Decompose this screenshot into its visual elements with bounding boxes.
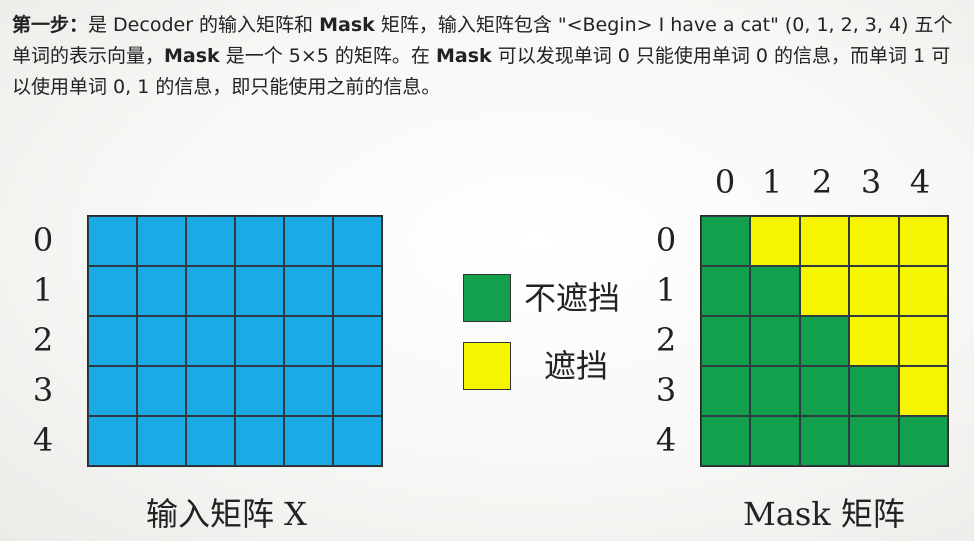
mask-cell-unmasked: [898, 416, 948, 466]
input-cell: [186, 266, 235, 316]
input-cell: [137, 366, 186, 416]
mask-cell-unmasked: [701, 266, 751, 316]
mask-col-label-2: 2: [811, 163, 833, 201]
input-cell: [284, 316, 333, 366]
mask-row-label-3: 3: [655, 371, 677, 409]
mask-cell-unmasked: [701, 416, 751, 466]
mask-cell-unmasked: [701, 366, 751, 416]
input-cell: [235, 216, 284, 266]
input-cell: [333, 216, 382, 266]
mask-cell-unmasked: [799, 416, 850, 466]
mask-cell-unmasked: [799, 366, 850, 416]
mask-cell-unmasked: [701, 216, 751, 266]
input-cell: [235, 316, 284, 366]
mask-matrix-caption: Mask 矩阵: [743, 495, 905, 533]
legend-label-masked: 遮挡: [544, 347, 609, 385]
input-cell: [186, 366, 235, 416]
input-cell: [137, 416, 186, 466]
input-cell: [284, 216, 333, 266]
mask-cell-unmasked: [750, 366, 800, 416]
input-cell: [333, 366, 382, 416]
mask-cell-unmasked: [750, 316, 800, 366]
input-cell: [137, 216, 186, 266]
input-cell: [333, 266, 382, 316]
mask-col-label-3: 3: [860, 163, 882, 201]
step-label: 第一步：: [12, 14, 89, 36]
legend-swatch-masked: [463, 342, 511, 390]
mask-cell-masked: [750, 216, 800, 266]
mask-col-label-4: 4: [909, 163, 931, 201]
input-cell: [88, 216, 137, 266]
mask-cell-masked: [898, 316, 948, 366]
mask-cell-unmasked: [750, 266, 800, 316]
mask-term-2: Mask: [164, 45, 220, 67]
mask-term-3: Mask: [435, 45, 492, 67]
mask-cell-masked: [849, 316, 899, 366]
input-cell: [88, 316, 137, 366]
input-cell: [333, 316, 382, 366]
mask-term-1: Mask: [319, 14, 375, 36]
input-matrix-grid: [87, 215, 383, 467]
input-cell: [186, 416, 235, 466]
description-text-3: 是一个 5×5 的矩阵。在: [219, 45, 436, 67]
mask-cell-unmasked: [799, 316, 850, 366]
mask-cell-masked: [849, 266, 899, 316]
mask-cell-masked: [849, 216, 899, 266]
input-cell: [88, 366, 137, 416]
mask-cell-unmasked: [701, 316, 751, 366]
input-cell: [88, 416, 137, 466]
mask-cell-masked: [898, 266, 948, 316]
input-row-label-4: 4: [32, 421, 54, 459]
mask-cell-masked: [799, 216, 850, 266]
mask-cell-masked: [898, 216, 948, 266]
input-cell: [137, 266, 186, 316]
mask-col-label-0: 0: [714, 163, 736, 201]
description-paragraph: 第一步：是 Decoder 的输入矩阵和 Mask 矩阵，输入矩阵包含 "<Be…: [12, 10, 968, 103]
input-cell: [186, 316, 235, 366]
mask-cell-masked: [799, 266, 850, 316]
input-row-label-0: 0: [32, 221, 54, 259]
mask-matrix-grid: [700, 215, 949, 467]
mask-row-label-2: 2: [655, 321, 677, 359]
mask-cell-unmasked: [849, 366, 899, 416]
input-cell: [235, 416, 284, 466]
input-cell: [284, 416, 333, 466]
description-text-1: 是 Decoder 的输入矩阵和: [88, 14, 320, 36]
mask-row-label-0: 0: [655, 221, 677, 259]
input-cell: [186, 216, 235, 266]
mask-row-label-1: 1: [655, 271, 677, 309]
legend-swatch-unmasked: [463, 274, 511, 322]
mask-row-label-4: 4: [655, 421, 677, 459]
input-cell: [235, 266, 284, 316]
input-cell: [137, 316, 186, 366]
input-cell: [284, 266, 333, 316]
legend-label-unmasked: 不遮挡: [524, 279, 621, 317]
mask-col-label-1: 1: [761, 163, 783, 201]
input-cell: [333, 416, 382, 466]
input-row-label-2: 2: [32, 321, 54, 359]
input-matrix-caption: 输入矩阵 X: [146, 495, 307, 533]
input-row-label-3: 3: [32, 371, 54, 409]
input-cell: [235, 366, 284, 416]
mask-cell-unmasked: [750, 416, 800, 466]
input-cell: [284, 366, 333, 416]
mask-cell-unmasked: [849, 416, 899, 466]
input-cell: [88, 266, 137, 316]
mask-cell-masked: [898, 366, 948, 416]
input-row-label-1: 1: [32, 271, 54, 309]
